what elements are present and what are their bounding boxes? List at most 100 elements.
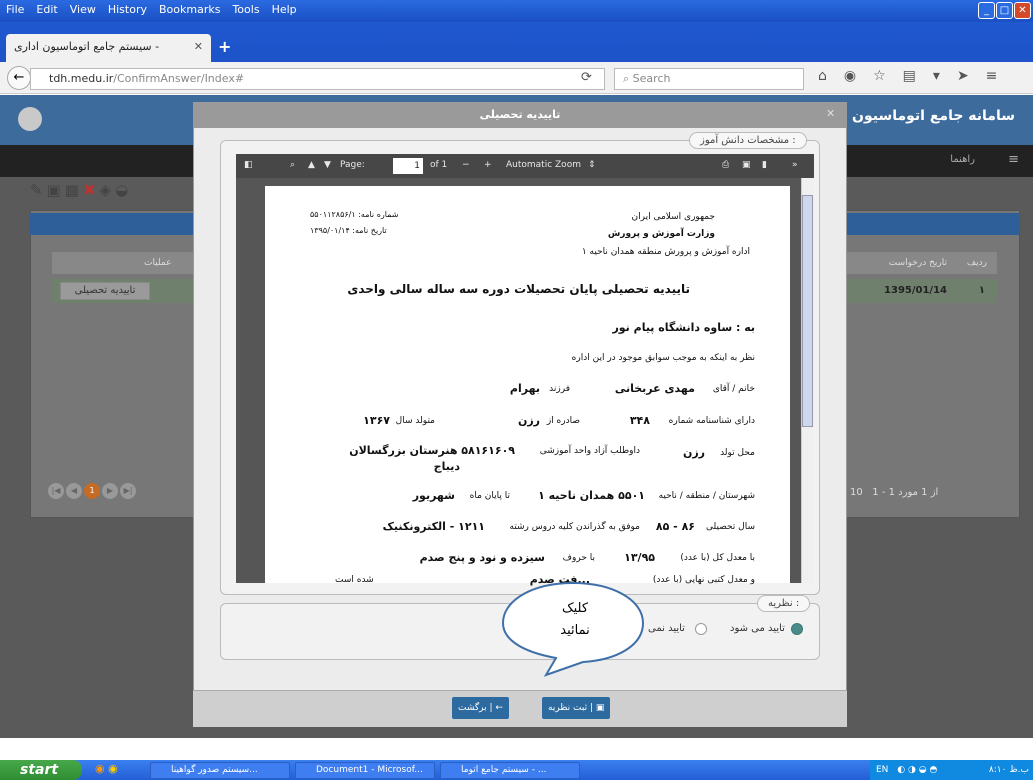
sidebar-toggle-icon[interactable]: ◧ — [244, 160, 253, 170]
doc-place-label: محل تولد — [720, 448, 755, 458]
current-page[interactable]: 1 — [84, 483, 100, 499]
home-icon[interactable]: ⌂ — [818, 68, 844, 84]
callout-text: کلیک نمائید — [540, 598, 610, 642]
zoom-dropdown-icon[interactable]: ⇕ — [588, 160, 596, 170]
search-icon: ⌕ — [623, 72, 633, 85]
prev-page-button[interactable]: ◀ — [66, 483, 82, 499]
minimize-button[interactable]: _ — [978, 2, 995, 19]
send-icon[interactable]: ➤ — [957, 68, 986, 84]
approve-radio[interactable] — [791, 623, 803, 635]
zoom-in-icon[interactable]: + — [484, 160, 492, 170]
last-page-button[interactable]: ▶| — [120, 483, 136, 499]
help-link[interactable]: راهنما — [950, 154, 975, 165]
doc-place: رزن — [682, 446, 705, 459]
menu-help[interactable]: Help — [266, 0, 303, 19]
back-button-modal[interactable]: برگشت | ← — [452, 697, 509, 719]
reject-radio[interactable] — [695, 623, 707, 635]
doc-letter-date: تاریخ نامه: ۱۳۹۵/۰۱/۱۴ — [310, 226, 387, 235]
doc-region-label: شهرستان / منطقه / ناحیه — [658, 491, 755, 501]
close-window-button[interactable]: ✕ — [1014, 2, 1031, 19]
doc-avg-label: با معدل کل (با عدد) — [680, 553, 755, 563]
app-toolbar: ✎▣▦✖◈◒ — [30, 181, 132, 199]
confirm-education-button[interactable]: تاییدیه تحصیلی — [60, 282, 150, 300]
delete-icon[interactable]: ✖ — [83, 181, 100, 199]
col-request-date[interactable]: تاریخ درخواست — [889, 258, 947, 268]
doc-field: ۱۲۱۱ - الکترونکنیک — [382, 520, 485, 533]
menu-file[interactable]: File — [0, 0, 30, 19]
back-label: برگشت — [458, 703, 487, 713]
task-button-3[interactable]: سیستم جامع اتوما - ... — [440, 762, 580, 779]
arrow-left-icon: ← — [495, 703, 503, 713]
task-button-1[interactable]: سیستم صدور گواهینا... — [150, 762, 290, 779]
doc-final-label: و معدل کتبی نهایی (با عدد) — [652, 575, 755, 585]
doc-issue-label: صادره از — [546, 416, 580, 426]
pdf-print-icon[interactable]: ⎙ — [722, 160, 729, 170]
doc-birth: ۱۳۶۷ — [363, 414, 390, 427]
nav-icons: ⌂◉☆▤▾➤≡ — [818, 68, 1014, 84]
pdf-page-input[interactable]: 1 — [393, 158, 423, 174]
pager: |◀ ◀ 1 ▶ ▶| — [48, 483, 138, 499]
reject-label[interactable]: تایید نمی — [648, 623, 685, 634]
prev-page-icon[interactable]: ▲ — [308, 160, 315, 170]
menu-icon[interactable]: ≡ — [1008, 152, 1019, 167]
close-tab-icon[interactable]: ✕ — [194, 40, 203, 53]
first-page-button[interactable]: |◀ — [48, 483, 64, 499]
student-info-legend: مشخصات دانش آموز : — [689, 132, 807, 149]
task-button-2[interactable]: Document1 - Microsof... — [295, 762, 435, 779]
menu-bookmarks[interactable]: Bookmarks — [153, 0, 226, 19]
hamburger-menu-icon[interactable]: ≡ — [986, 68, 1015, 84]
pdf-scroll-thumb[interactable] — [802, 195, 813, 427]
print-icon[interactable]: ◒ — [115, 181, 132, 199]
language-indicator[interactable]: EN — [876, 765, 888, 775]
app-brand: سامانه جامع اتوماسیون اد — [835, 108, 1015, 124]
menu-history[interactable]: History — [102, 0, 153, 19]
pdf-search-icon[interactable]: ⌕ — [290, 160, 295, 170]
doc-unit-label: داوطلب آزاد واحد آموزشی — [539, 446, 640, 456]
url-bar[interactable]: tdh.medu.ir/ConfirmAnswer/Index# — [30, 68, 605, 90]
pdf-download-icon[interactable]: ▣ — [742, 160, 751, 170]
next-page-button[interactable]: ▶ — [102, 483, 118, 499]
browser-tab[interactable]: سیستم جامع اتوماسیون اداری - ✕ — [6, 34, 211, 62]
pdf-tools-icon[interactable]: » — [792, 160, 798, 170]
chrome-quicklaunch-icon[interactable]: ◉ — [108, 762, 118, 775]
doc-issue: رزن — [517, 414, 540, 427]
menu-view[interactable]: View — [64, 0, 102, 19]
col-actions: عملیات — [144, 258, 172, 268]
view-icon[interactable]: ◈ — [100, 181, 116, 199]
reader-icon[interactable]: ▤ — [903, 68, 933, 84]
modal-footer — [193, 690, 847, 727]
col-row-number[interactable]: ردیف — [967, 258, 987, 268]
zoom-select[interactable]: Automatic Zoom — [506, 160, 581, 170]
back-button[interactable]: ← — [7, 66, 31, 90]
modal-close-icon[interactable]: ✕ — [826, 107, 835, 120]
search-input[interactable]: ⌕ Search — [614, 68, 804, 90]
next-page-icon[interactable]: ▼ — [324, 160, 331, 170]
menu-tools[interactable]: Tools — [226, 0, 265, 19]
doc-id-label: دارای شناسنامه شماره — [668, 416, 755, 426]
maximize-button[interactable]: □ — [996, 2, 1013, 19]
submit-label: ثبت نظریه — [548, 703, 588, 713]
pocket-icon[interactable]: ◉ — [844, 68, 873, 84]
clock: ۸:۱۰ ب.ظ — [988, 765, 1029, 775]
page-label: Page: — [340, 160, 365, 170]
pdf-bookmark-icon[interactable]: ▮ — [762, 160, 767, 170]
zoom-out-icon[interactable]: − — [462, 160, 470, 170]
shield-icon[interactable]: ▾ — [933, 68, 957, 84]
doc-year-label: سال تحصیلی — [706, 522, 755, 532]
menu-edit[interactable]: Edit — [30, 0, 63, 19]
submit-opinion-button[interactable]: ثبت نظریه | ▣ — [542, 697, 611, 719]
calendar-icon[interactable]: ▦ — [65, 181, 83, 199]
avatar[interactable] — [18, 107, 42, 131]
reload-icon[interactable]: ⟳ — [581, 70, 592, 85]
system-tray: EN ◐ ◑ ◒ ◓ ۸:۱۰ ب.ظ — [870, 760, 1033, 780]
approve-label[interactable]: تایید می شود — [730, 623, 785, 634]
per-page-select[interactable]: 10 — [850, 487, 863, 498]
new-tab-button[interactable]: + — [218, 37, 231, 56]
doc-region: ۵۵۰۱ همدان ناحیه ۱ — [538, 489, 645, 502]
doc-month-label: تا پایان ماه — [469, 491, 510, 501]
firefox-quicklaunch-icon[interactable]: ◉ — [95, 762, 105, 775]
edit-icon[interactable]: ▣ — [47, 181, 65, 199]
bookmark-star-icon[interactable]: ☆ — [873, 68, 903, 84]
start-button[interactable]: start — [0, 760, 82, 780]
tool-icon[interactable]: ✎ — [30, 181, 47, 199]
